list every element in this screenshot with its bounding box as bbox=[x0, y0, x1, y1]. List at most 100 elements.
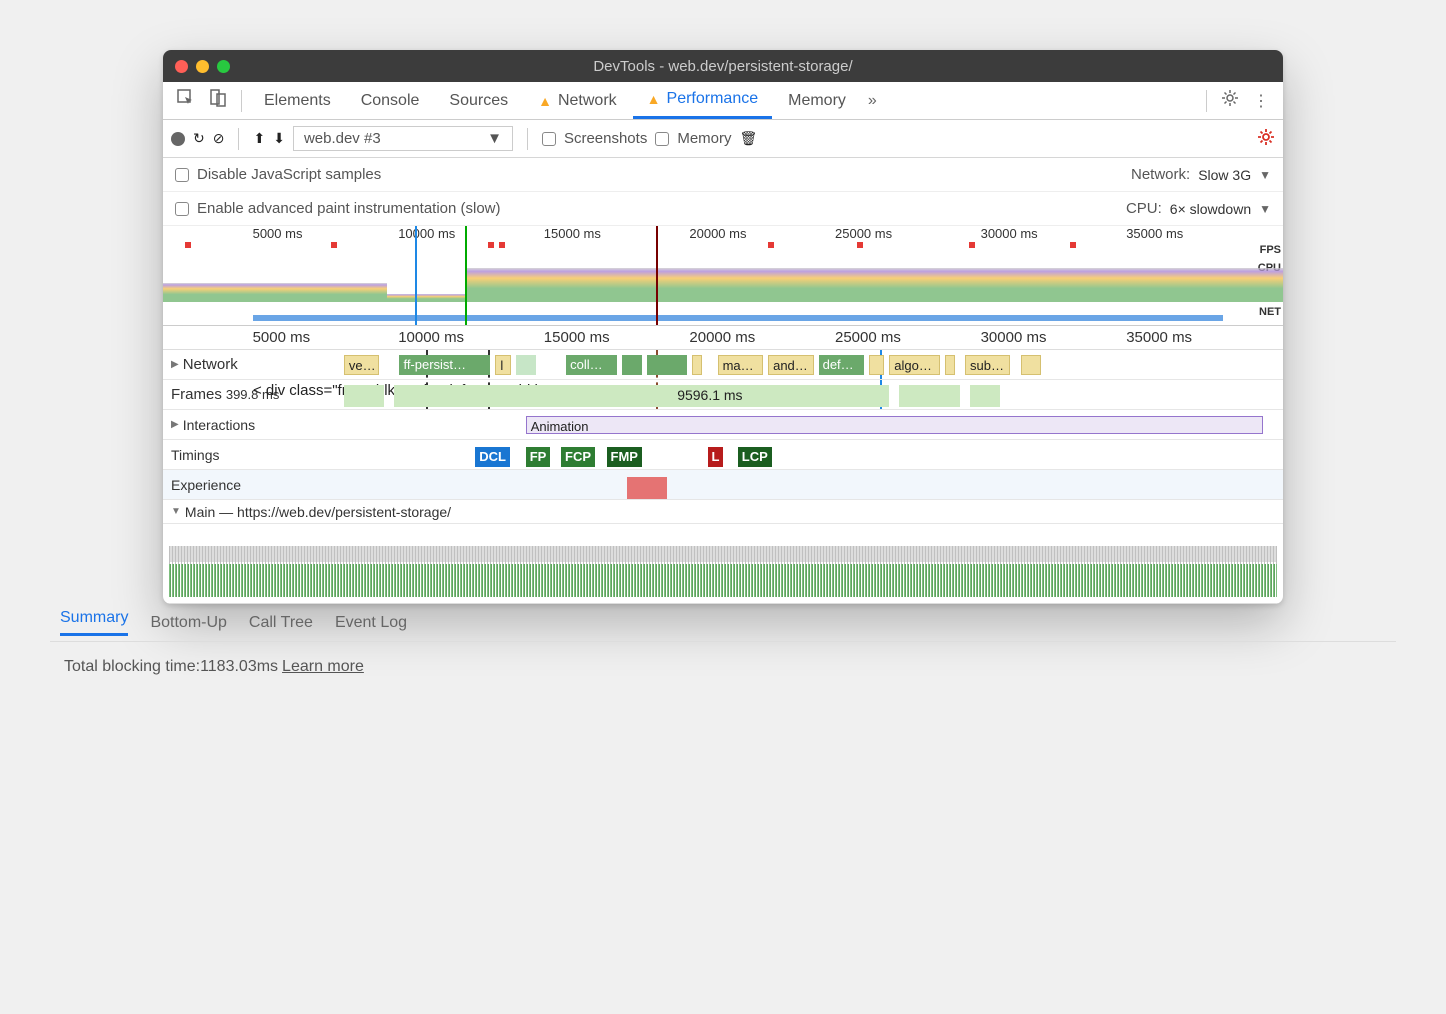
expand-icon[interactable]: ▶ bbox=[171, 359, 179, 370]
collapse-icon[interactable]: ▼ bbox=[171, 506, 181, 517]
disable-js-label: Disable JavaScript samples bbox=[197, 166, 381, 183]
tbt-label: Total blocking time: bbox=[64, 658, 200, 676]
network-chip[interactable] bbox=[692, 355, 702, 375]
track-timings[interactable]: Timings DCLFPFCPFMPLLCP bbox=[163, 440, 1283, 470]
network-chip[interactable]: coll… bbox=[566, 355, 617, 375]
network-chip[interactable]: ma… bbox=[718, 355, 763, 375]
ruler-tick: 5000 ms bbox=[253, 329, 311, 346]
reload-icon[interactable]: ↻ bbox=[193, 130, 205, 147]
window-title: DevTools - web.dev/persistent-storage/ bbox=[163, 58, 1283, 75]
memory-checkbox[interactable] bbox=[655, 132, 669, 146]
network-chip[interactable]: sub… bbox=[965, 355, 1010, 375]
disable-js-checkbox[interactable] bbox=[175, 168, 189, 182]
inspect-icon[interactable] bbox=[171, 85, 201, 116]
network-value[interactable]: Slow 3G bbox=[1198, 167, 1251, 183]
summary-footer: Total blocking time: 1183.03ms Learn mor… bbox=[50, 642, 1396, 692]
perf-toolbar: ↻ ⊘ ⬆︎ ⬇︎ web.dev #3 ▼ Screenshots Memor… bbox=[163, 120, 1283, 158]
screenshots-label: Screenshots bbox=[564, 130, 647, 147]
device-icon[interactable] bbox=[203, 85, 233, 116]
tab-performance[interactable]: ▲Performance bbox=[633, 82, 772, 119]
download-icon[interactable]: ⬇︎ bbox=[273, 130, 285, 147]
enable-paint-checkbox[interactable] bbox=[175, 202, 189, 216]
trash-icon[interactable]: 🗑 bbox=[740, 130, 758, 147]
ruler-tick: 30000 ms bbox=[981, 329, 1047, 346]
network-chip[interactable] bbox=[1021, 355, 1041, 375]
window-controls bbox=[175, 60, 230, 73]
network-chip[interactable] bbox=[622, 355, 642, 375]
separator bbox=[1206, 90, 1207, 112]
options-row-1: Disable JavaScript samples Network: Slow… bbox=[163, 158, 1283, 192]
kebab-icon[interactable]: ⋮ bbox=[1247, 87, 1275, 115]
ruler-tick: 15000 ms bbox=[544, 329, 610, 346]
network-chip[interactable]: and… bbox=[768, 355, 813, 375]
tab-console[interactable]: Console bbox=[347, 82, 434, 119]
network-chip[interactable]: ff-persist… bbox=[399, 355, 490, 375]
marker-green bbox=[465, 226, 467, 325]
profile-value: web.dev #3 bbox=[304, 130, 381, 147]
overview-timeline[interactable]: 5000 ms10000 ms15000 ms20000 ms25000 ms3… bbox=[163, 226, 1283, 326]
detail-ruler[interactable]: 5000 ms10000 ms15000 ms20000 ms25000 ms3… bbox=[163, 326, 1283, 350]
maximize-icon[interactable] bbox=[217, 60, 230, 73]
upload-icon[interactable]: ⬆︎ bbox=[253, 130, 265, 147]
track-interactions[interactable]: ▶Interactions Animation bbox=[163, 410, 1283, 440]
minimize-icon[interactable] bbox=[196, 60, 209, 73]
network-label: Network: bbox=[1131, 166, 1190, 183]
tab-summary[interactable]: Summary bbox=[60, 609, 128, 636]
tab-call-tree[interactable]: Call Tree bbox=[249, 614, 313, 632]
detail-tabs: Summary Bottom-Up Call Tree Event Log bbox=[50, 604, 1396, 642]
network-chip[interactable] bbox=[647, 355, 687, 375]
tab-memory[interactable]: Memory bbox=[774, 82, 860, 119]
timing-badge-lcp[interactable]: LCP bbox=[738, 447, 772, 467]
devtools-window: DevTools - web.dev/persistent-storage/ E… bbox=[163, 50, 1283, 604]
network-chip[interactable] bbox=[516, 355, 536, 375]
long-frame-value: 9596.1 ms bbox=[677, 387, 742, 403]
ruler-tick: 20000 ms bbox=[689, 329, 755, 346]
network-chip[interactable] bbox=[869, 355, 884, 375]
timing-badge-fcp[interactable]: FCP bbox=[561, 447, 595, 467]
record-button[interactable] bbox=[171, 132, 185, 146]
network-chip[interactable]: def… bbox=[819, 355, 864, 375]
tracks-area: ▶Network ve…ff-persist…lcoll…ma…and…def…… bbox=[163, 350, 1283, 410]
track-main-flame[interactable] bbox=[163, 524, 1283, 604]
network-chip[interactable]: algo… bbox=[889, 355, 940, 375]
tab-elements[interactable]: Elements bbox=[250, 82, 345, 119]
titlebar[interactable]: DevTools - web.dev/persistent-storage/ bbox=[163, 50, 1283, 82]
network-chip[interactable] bbox=[945, 355, 955, 375]
animation-chip[interactable]: Animation bbox=[526, 416, 1263, 434]
network-chip[interactable]: ve… bbox=[344, 355, 379, 375]
screenshots-checkbox[interactable] bbox=[542, 132, 556, 146]
timing-badge-l[interactable]: L bbox=[708, 447, 724, 467]
track-frames[interactable]: Frames399.8 ms 9596.1 ms < div class="fr… bbox=[163, 380, 1283, 410]
ruler-tick: 30000 ms bbox=[981, 226, 1038, 241]
timing-badge-fmp[interactable]: FMP bbox=[607, 447, 642, 467]
expand-icon[interactable]: ▶ bbox=[171, 419, 179, 430]
ruler-tick: 25000 ms bbox=[835, 329, 901, 346]
cpu-graph bbox=[163, 260, 1283, 302]
network-chip[interactable]: l bbox=[495, 355, 510, 375]
tab-event-log[interactable]: Event Log bbox=[335, 614, 407, 632]
gear-icon[interactable] bbox=[1215, 85, 1245, 116]
tab-sources[interactable]: Sources bbox=[435, 82, 522, 119]
cpu-value[interactable]: 6× slowdown bbox=[1170, 201, 1251, 217]
options-row-2: Enable advanced paint instrumentation (s… bbox=[163, 192, 1283, 226]
learn-more-link[interactable]: Learn more bbox=[282, 658, 364, 676]
selection-start[interactable] bbox=[415, 226, 417, 325]
track-main-header[interactable]: ▼Main — https://web.dev/persistent-stora… bbox=[163, 500, 1283, 524]
timing-badge-fp[interactable]: FP bbox=[526, 447, 551, 467]
ruler-tick: 5000 ms bbox=[253, 226, 303, 241]
tab-network[interactable]: ▲Network bbox=[524, 82, 631, 119]
clear-icon[interactable]: ⊘ bbox=[213, 130, 225, 147]
track-network[interactable]: ▶Network ve…ff-persist…lcoll…ma…and…def…… bbox=[163, 350, 1283, 380]
tab-bottom-up[interactable]: Bottom-Up bbox=[150, 614, 226, 632]
close-icon[interactable] bbox=[175, 60, 188, 73]
chevron-down-icon[interactable]: ▼ bbox=[1259, 168, 1271, 182]
tabs-overflow-icon[interactable]: » bbox=[862, 88, 883, 114]
gear-icon[interactable] bbox=[1257, 128, 1275, 149]
enable-paint-label: Enable advanced paint instrumentation (s… bbox=[197, 200, 501, 217]
profile-select[interactable]: web.dev #3 ▼ bbox=[293, 126, 513, 151]
fps-label: FPS bbox=[1260, 244, 1281, 256]
timing-badge-dcl[interactable]: DCL bbox=[475, 447, 510, 467]
chevron-down-icon[interactable]: ▼ bbox=[1259, 202, 1271, 216]
track-experience[interactable]: Experience bbox=[163, 470, 1283, 500]
cls-block[interactable] bbox=[627, 477, 667, 499]
